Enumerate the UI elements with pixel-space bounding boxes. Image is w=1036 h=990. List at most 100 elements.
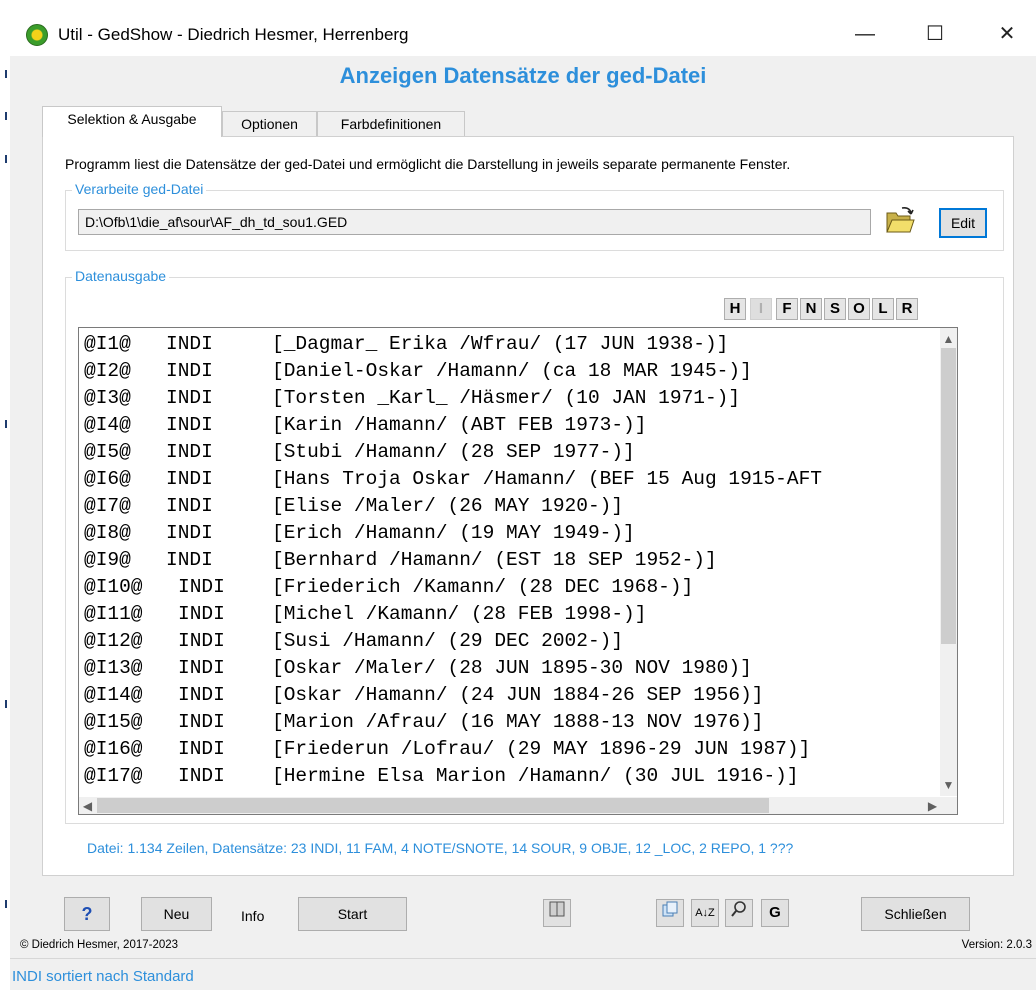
record-id: @I12@ (84, 630, 143, 652)
input-file-group: Verarbeite ged-Datei D:\Ofb\1\die_af\sou… (65, 181, 1004, 251)
record-id: @I9@ (84, 549, 131, 571)
close-window-button[interactable]: ✕ (984, 18, 1030, 50)
record-id: @I2@ (84, 360, 131, 382)
tab-selektion-ausgabe[interactable]: Selektion & Ausgabe (42, 106, 222, 137)
record-row[interactable]: @I10@ INDI [Friederich /Kamann/ (28 DEC 19… (84, 574, 941, 601)
info-label: Info (241, 908, 265, 924)
file-path-field[interactable]: D:\Ofb\1\die_af\sour\AF_dh_td_sou1.GED (78, 209, 871, 235)
window-title: Util - GedShow - Diedrich Hesmer, Herren… (58, 25, 409, 44)
record-id: @I1@ (84, 333, 131, 355)
record-text: [Karin /Hamann/ (ABT FEB 1973-)] (272, 414, 647, 436)
record-row[interactable]: @I13@ INDI [Oskar /Maler/ (28 JUN 1895-30 … (84, 655, 941, 682)
horizontal-scrollbar[interactable]: ◀ ▶ (79, 797, 941, 814)
record-text: [Oskar /Hamann/ (24 JUN 1884-26 SEP 1956… (272, 684, 764, 706)
selector-h-button[interactable]: H (724, 298, 746, 320)
record-type: INDI (166, 360, 213, 382)
app-window: Util - GedShow - Diedrich Hesmer, Herren… (10, 6, 1036, 990)
record-row[interactable]: @I17@ INDI [Hermine Elsa Marion /Hamann/ (… (84, 763, 941, 790)
scroll-up-icon[interactable]: ▲ (940, 330, 957, 348)
record-id: @I8@ (84, 522, 131, 544)
record-id: @I17@ (84, 765, 143, 787)
open-folder-icon[interactable] (884, 205, 916, 237)
record-type: INDI (178, 711, 225, 733)
copyright-text: © Diedrich Hesmer, 2017-2023 (20, 939, 179, 951)
output-group-legend: Datenausgabe (72, 268, 170, 284)
records-list: @I1@ INDI [_Dagmar_ Erika /Wfrau/ (17 JUN … (79, 328, 941, 796)
record-type: INDI (178, 576, 225, 598)
record-text: [Oskar /Maler/ (28 JUN 1895-30 NOV 1980)… (272, 657, 752, 679)
record-text: [Hans Troja Oskar /Hamann/ (BEF 15 Aug 1… (272, 468, 822, 490)
selector-n-button[interactable]: N (800, 298, 822, 320)
record-row[interactable]: @I14@ INDI [Oskar /Hamann/ (24 JUN 1884-26… (84, 682, 941, 709)
vertical-scrollbar[interactable]: ▲ ▼ (940, 328, 957, 796)
record-id: @I11@ (84, 603, 143, 625)
input-group-legend: Verarbeite ged-Datei (72, 181, 207, 197)
selector-i-button: I (750, 298, 772, 320)
record-row[interactable]: @I6@ INDI [Hans Troja Oskar /Hamann/ (BEF … (84, 466, 941, 493)
tab-farbdefinitionen[interactable]: Farbdefinitionen (317, 111, 465, 137)
scroll-left-icon[interactable]: ◀ (79, 797, 96, 815)
sort-az-icon[interactable]: A↓Z (691, 899, 719, 927)
scroll-down-icon[interactable]: ▼ (940, 776, 957, 794)
selector-o-button[interactable]: O (848, 298, 870, 320)
app-icon (26, 24, 48, 46)
new-button[interactable]: Neu (141, 897, 212, 931)
description-text: Programm liest die Datensätze der ged-Da… (65, 156, 791, 172)
record-text: [Friederich /Kamann/ (28 DEC 1968-)] (272, 576, 694, 598)
record-type: INDI (166, 549, 213, 571)
record-text: [Stubi /Hamann/ (28 SEP 1977-)] (272, 441, 635, 463)
selector-f-button[interactable]: F (776, 298, 798, 320)
record-row[interactable]: @I8@ INDI [Erich /Hamann/ (19 MAY 1949-)] (84, 520, 941, 547)
selector-r-button[interactable]: R (896, 298, 918, 320)
maximize-button[interactable]: ☐ (912, 18, 958, 50)
records-listbox[interactable]: @I1@ INDI [_Dagmar_ Erika /Wfrau/ (17 JUN … (78, 327, 958, 815)
record-row[interactable]: @I16@ INDI [Friederun /Lofrau/ (29 MAY 189… (84, 736, 941, 763)
record-type: INDI (166, 414, 213, 436)
help-button[interactable]: ? (64, 897, 110, 931)
record-text: [Daniel-Oskar /Hamann/ (ca 18 MAR 1945-)… (272, 360, 752, 382)
selector-s-button[interactable]: S (824, 298, 846, 320)
version-text: Version: 2.0.3 (961, 939, 1032, 951)
record-type: INDI (178, 603, 225, 625)
record-type: INDI (178, 765, 225, 787)
tab-optionen[interactable]: Optionen (222, 111, 317, 137)
horizontal-scroll-thumb[interactable] (97, 798, 769, 813)
file-stats-text: Datei: 1.134 Zeilen, Datensätze: 23 INDI… (87, 840, 794, 856)
record-text: [Michel /Kamann/ (28 FEB 1998-)] (272, 603, 647, 625)
record-text: [_Dagmar_ Erika /Wfrau/ (17 JUN 1938-)] (272, 333, 729, 355)
close-button[interactable]: Schließen (861, 897, 970, 931)
record-row[interactable]: @I5@ INDI [Stubi /Hamann/ (28 SEP 1977-)] (84, 439, 941, 466)
scroll-corner (940, 797, 957, 814)
edit-button[interactable]: Edit (939, 208, 987, 238)
record-id: @I14@ (84, 684, 143, 706)
record-text: [Erich /Hamann/ (19 MAY 1949-)] (272, 522, 635, 544)
start-button[interactable]: Start (298, 897, 407, 931)
minimize-button[interactable]: — (842, 18, 888, 50)
search-icon[interactable] (725, 899, 753, 927)
record-row[interactable]: @I15@ INDI [Marion /Afrau/ (16 MAY 1888-13… (84, 709, 941, 736)
record-type: INDI (178, 684, 225, 706)
record-row[interactable]: @I12@ INDI [Susi /Hamann/ (29 DEC 2002-)] (84, 628, 941, 655)
record-type: INDI (178, 657, 225, 679)
record-type: INDI (166, 522, 213, 544)
record-row[interactable]: @I1@ INDI [_Dagmar_ Erika /Wfrau/ (17 JUN … (84, 331, 941, 358)
vertical-scroll-thumb[interactable] (941, 348, 956, 644)
record-text: [Torsten _Karl_ /Häsmer/ (10 JAN 1971-)] (272, 387, 741, 409)
page-title: Anzeigen Datensätze der ged-Datei (339, 63, 707, 88)
selector-l-button[interactable]: L (872, 298, 894, 320)
record-row[interactable]: @I4@ INDI [Karin /Hamann/ (ABT FEB 1973-)] (84, 412, 941, 439)
record-text: [Friederun /Lofrau/ (29 MAY 1896-29 JUN … (272, 738, 811, 760)
record-row[interactable]: @I3@ INDI [Torsten _Karl_ /Häsmer/ (10 JAN… (84, 385, 941, 412)
record-row[interactable]: @I7@ INDI [Elise /Maler/ (26 MAY 1920-)] (84, 493, 941, 520)
record-id: @I7@ (84, 495, 131, 517)
scroll-right-icon[interactable]: ▶ (924, 797, 941, 815)
record-text: [Hermine Elsa Marion /Hamann/ (30 JUL 19… (272, 765, 799, 787)
record-text: [Bernhard /Hamann/ (EST 18 SEP 1952-)] (272, 549, 717, 571)
copy-icon[interactable] (656, 899, 684, 927)
record-row[interactable]: @I9@ INDI [Bernhard /Hamann/ (EST 18 SEP 1… (84, 547, 941, 574)
ged-icon[interactable]: G (761, 899, 789, 927)
record-row[interactable]: @I2@ INDI [Daniel-Oskar /Hamann/ (ca 18 MA… (84, 358, 941, 385)
record-row[interactable]: @I11@ INDI [Michel /Kamann/ (28 FEB 1998-)… (84, 601, 941, 628)
record-type: INDI (166, 495, 213, 517)
book-icon[interactable] (543, 899, 571, 927)
